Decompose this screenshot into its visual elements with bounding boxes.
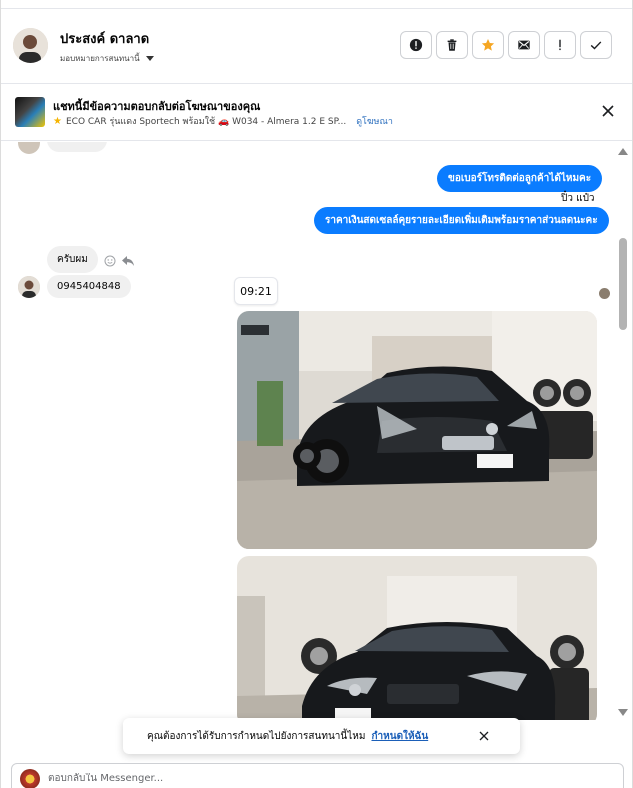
ad-caption: ECO CAR รุ่นแดง Sportech พร้อมใช้ 🚗 W034… (65, 117, 347, 127)
flag-button[interactable] (544, 31, 576, 59)
message-sender-name: ปิ๋ว แป๋ว (561, 193, 595, 204)
message-thread[interactable]: ขอเบอร์โทรติดต่อลูกค้าได้ไหมคะ ปิ๋ว แป๋ว… (1, 142, 632, 720)
scrollbar-thumb[interactable] (619, 238, 627, 330)
message-bubble-outgoing[interactable]: ราคาเงินสดเซลล์คุยรายละเอียดเพิ่มเติมพร้… (314, 207, 609, 234)
message-bubble-incoming[interactable]: ครับผม (47, 246, 98, 273)
close-icon[interactable] (478, 730, 490, 742)
reply-input[interactable] (48, 773, 448, 784)
contact-avatar[interactable] (13, 28, 48, 63)
scroll-up-arrow-icon[interactable] (618, 148, 628, 155)
message-timestamp: 09:21 (234, 277, 278, 305)
mark-done-button[interactable] (580, 31, 612, 59)
reply-icon[interactable] (121, 255, 135, 267)
header-actions (400, 31, 612, 59)
ad-thumbnail[interactable] (15, 97, 45, 127)
ad-reply-banner: แชทนี้มีข้อความตอบกลับต่อโฆษณาของคุณ ★ E… (1, 85, 632, 141)
star-icon (481, 39, 495, 51)
mark-unread-button[interactable] (508, 31, 540, 59)
assign-conversation-dropdown[interactable]: มอบหมายการสนทนานี้ (60, 52, 154, 65)
car-photo-attachment[interactable] (237, 556, 597, 720)
assign-prompt-toast: คุณต้องการได้รับการกำหนดไปยังการสนทนานี้… (123, 718, 520, 754)
page-avatar (20, 769, 40, 788)
star-button[interactable] (472, 31, 504, 59)
conversation-header: ประสงค์ ดาลาด มอบหมายการสนทนานี้ (1, 8, 632, 84)
ad-banner-subtitle: ★ ECO CAR รุ่นแดง Sportech พร้อมใช้ 🚗 W0… (53, 114, 393, 128)
contact-name[interactable]: ประสงค์ ดาลาด (60, 28, 149, 49)
inbox-conversation-panel: ประสงค์ ดาลาด มอบหมายการสนทนานี้ แชทนี้ม… (0, 0, 633, 788)
exclamation-icon (559, 39, 561, 51)
report-button[interactable] (400, 31, 432, 59)
message-bubble-incoming[interactable]: 0945404848 (47, 275, 131, 298)
react-emoji-icon[interactable] (104, 255, 116, 267)
seen-avatar (599, 288, 610, 299)
caret-down-icon (145, 56, 154, 61)
reply-composer[interactable] (11, 763, 624, 788)
ad-banner-title: แชทนี้มีข้อความตอบกลับต่อโฆษณาของคุณ (53, 100, 261, 113)
message-bubble-outgoing[interactable]: ขอเบอร์โทรติดต่อลูกค้าได้ไหมคะ (437, 165, 603, 192)
scroll-down-arrow-icon[interactable] (618, 709, 628, 716)
trash-icon (447, 39, 457, 51)
mail-icon (518, 40, 530, 50)
contact-message-avatar (18, 276, 40, 298)
car-photo-attachment[interactable] (237, 311, 597, 549)
thread-scrollbar[interactable] (618, 142, 630, 720)
assign-prompt-text: คุณต้องการได้รับการกำหนดไปยังการสนทนานี้… (147, 730, 366, 742)
view-ad-link[interactable]: ดูโฆษณา (356, 114, 393, 128)
delete-button[interactable] (436, 31, 468, 59)
contact-message-avatar (18, 142, 40, 154)
message-bubble-incoming-partial[interactable] (47, 142, 107, 152)
check-icon (590, 41, 602, 50)
alert-circle-icon (409, 38, 423, 52)
assign-to-me-link[interactable]: กำหนดให้ฉัน (371, 729, 428, 744)
star-icon: ★ (53, 115, 62, 127)
close-icon[interactable] (600, 103, 616, 119)
assign-label: มอบหมายการสนทนานี้ (60, 54, 140, 63)
